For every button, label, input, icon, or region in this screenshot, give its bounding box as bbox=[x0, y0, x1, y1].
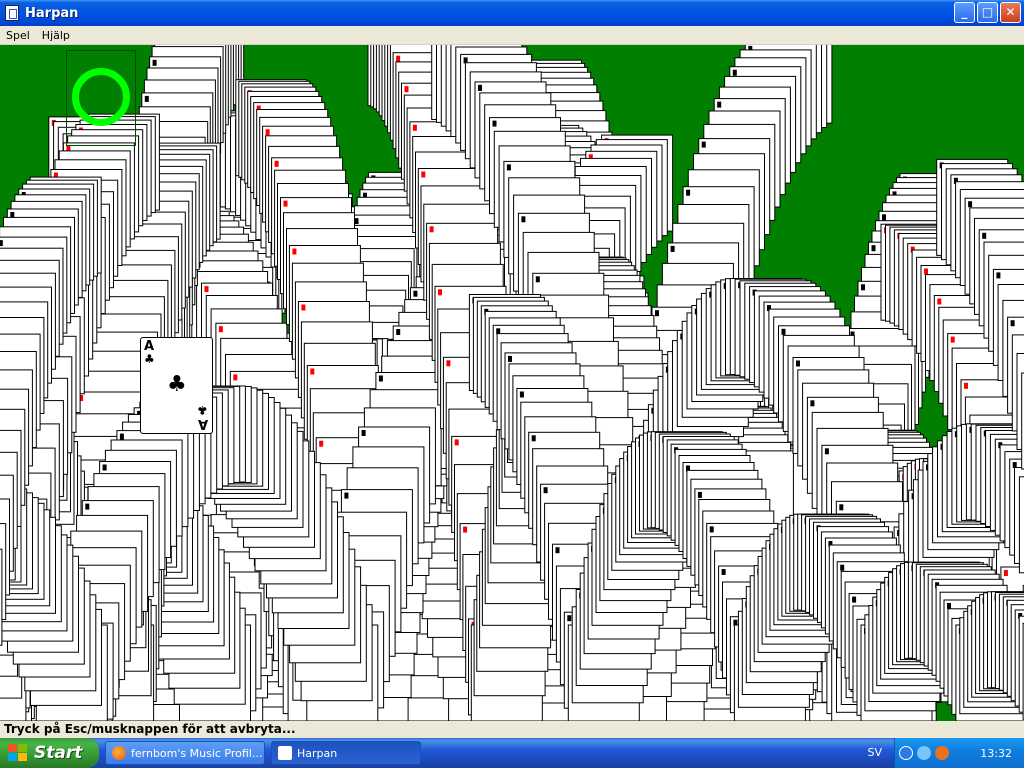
solitaire-icon bbox=[278, 746, 292, 760]
menu-bar: Spel Hjälp bbox=[0, 26, 1024, 45]
game-area[interactable]: A ♣ ♣ ♣ A bbox=[0, 45, 1024, 721]
clock: 13:32 bbox=[980, 746, 1012, 760]
network-icon[interactable] bbox=[917, 746, 931, 760]
window-title: Harpan bbox=[25, 5, 79, 21]
system-tray: 13:32 bbox=[894, 738, 1024, 768]
stock-pile[interactable] bbox=[66, 50, 136, 146]
start-button[interactable]: Start bbox=[0, 738, 99, 768]
show-hidden-icons-icon[interactable] bbox=[899, 746, 913, 760]
taskbar: Start fernbom's Music Profil... Harpan S… bbox=[0, 738, 1024, 768]
window-controls: _ □ ✕ bbox=[954, 2, 1021, 23]
firefox-icon bbox=[112, 746, 126, 760]
menu-hjalp[interactable]: Hjälp bbox=[36, 29, 76, 42]
empty-stock-ring-icon bbox=[72, 68, 130, 126]
club-icon: ♣ bbox=[144, 352, 155, 366]
solitaire-icon bbox=[5, 5, 19, 21]
windows-logo-icon bbox=[8, 744, 28, 762]
maximize-button[interactable]: □ bbox=[977, 2, 998, 23]
club-icon: ♣ bbox=[167, 372, 187, 397]
taskbar-item-harpan[interactable]: Harpan bbox=[271, 741, 421, 765]
minimize-button[interactable]: _ bbox=[954, 2, 975, 23]
taskbar-item-label: Harpan bbox=[297, 746, 338, 760]
security-alert-icon[interactable] bbox=[935, 746, 949, 760]
start-label: Start bbox=[34, 743, 83, 763]
ace-of-clubs-card: A ♣ ♣ ♣ A bbox=[140, 337, 213, 434]
club-icon: ♣ bbox=[197, 403, 208, 417]
card-rank: A bbox=[197, 416, 208, 431]
language-indicator[interactable]: SV bbox=[867, 738, 894, 768]
menu-spel[interactable]: Spel bbox=[0, 29, 36, 42]
taskbar-item-label: fernbom's Music Profil... bbox=[131, 746, 263, 760]
status-bar: Tryck på Esc/musknappen för att avbryta.… bbox=[0, 721, 1024, 738]
title-bar[interactable]: Harpan _ □ ✕ bbox=[0, 0, 1024, 26]
close-button[interactable]: ✕ bbox=[1000, 2, 1021, 23]
taskbar-item-firefox[interactable]: fernbom's Music Profil... bbox=[105, 741, 265, 765]
